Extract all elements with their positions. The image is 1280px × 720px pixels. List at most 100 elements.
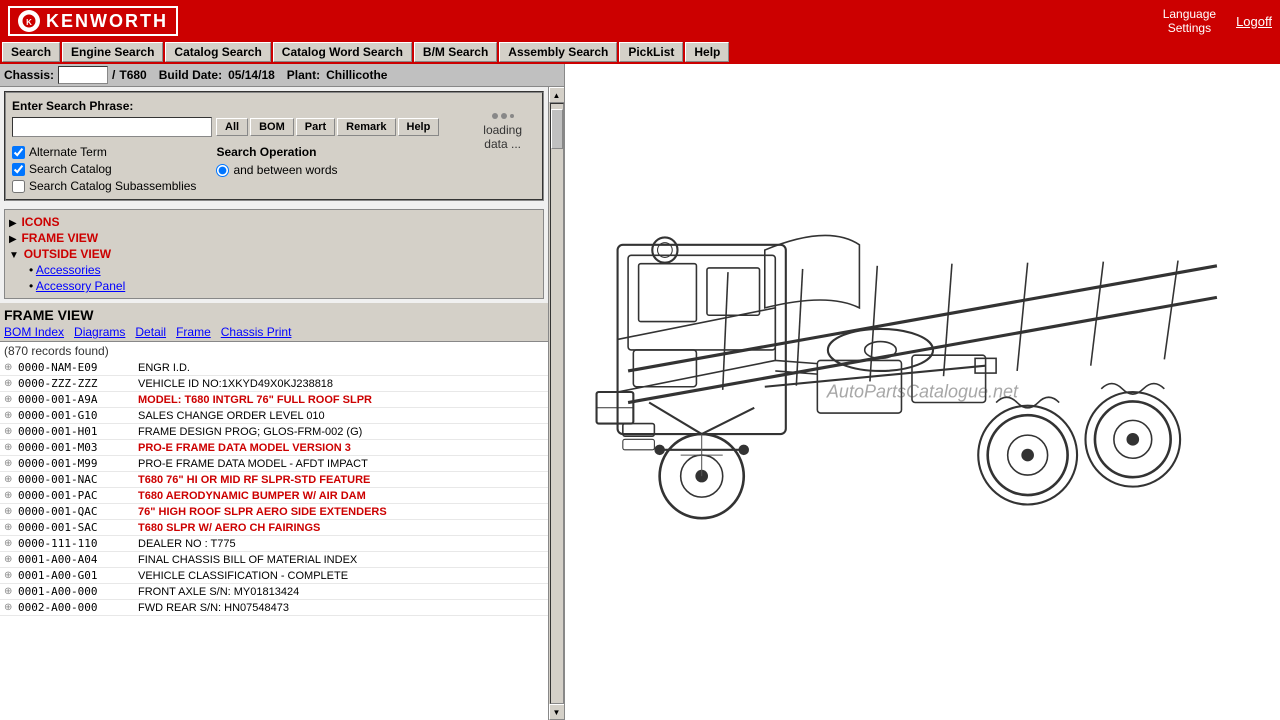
part-description: VEHICLE ID NO:1XKYD49X0KJ238818	[138, 378, 544, 390]
expand-icon[interactable]: ⊕	[4, 362, 18, 373]
truck-diagram-panel: AutoPartsCatalogue.net	[565, 64, 1280, 720]
part-number: 0001-A00-A04	[18, 553, 138, 566]
remark-btn[interactable]: Remark	[337, 118, 395, 136]
expand-icon[interactable]: ⊕	[4, 458, 18, 469]
and-between-radio[interactable]	[216, 164, 229, 177]
checkbox-row-search-subassemblies: Search Catalog Subassemblies	[12, 179, 196, 193]
tree-item-frame-view[interactable]: ▶ FRAME VIEW	[9, 230, 539, 246]
expand-icon[interactable]: ⊕	[4, 538, 18, 549]
plant-label: Plant:	[287, 68, 320, 82]
nav-btn-help[interactable]: Help	[685, 42, 729, 62]
watermark: AutoPartsCatalogue.net	[827, 382, 1018, 403]
svg-text:K: K	[26, 18, 32, 27]
expand-icon[interactable]: ⊕	[4, 586, 18, 597]
tree-item-outside-view[interactable]: ▼ OUTSIDE VIEW	[9, 246, 539, 262]
table-row[interactable]: ⊕0000-001-G10SALES CHANGE ORDER LEVEL 01…	[0, 408, 548, 424]
nav-btn-picklist[interactable]: PickList	[619, 42, 683, 62]
search-input[interactable]	[12, 117, 212, 137]
tree-arrow-icons: ▶	[9, 218, 19, 229]
frame-link-chassis-print[interactable]: Chassis Print	[221, 325, 292, 339]
expand-icon[interactable]: ⊕	[4, 378, 18, 389]
all-btn[interactable]: All	[216, 118, 248, 136]
bom-btn[interactable]: BOM	[250, 118, 294, 136]
expand-icon[interactable]: ⊕	[4, 394, 18, 405]
alternate-term-checkbox[interactable]	[12, 146, 25, 159]
search-subassemblies-label: Search Catalog Subassemblies	[29, 179, 196, 193]
frame-link-bom-index[interactable]: BOM Index	[4, 325, 64, 339]
tree-label-outside-view: OUTSIDE VIEW	[24, 247, 111, 261]
part-number: 0000-001-SAC	[18, 521, 138, 534]
tree-arrow-frame-view: ▶	[9, 234, 19, 245]
table-row[interactable]: ⊕0000-001-PACT680 AERODYNAMIC BUMPER W/ …	[0, 488, 548, 504]
logo-box: K KENWORTH	[8, 6, 178, 36]
tree-item-accessories[interactable]: • Accessories	[29, 262, 539, 278]
frame-link-frame[interactable]: Frame	[176, 325, 211, 339]
help-btn[interactable]: Help	[398, 118, 440, 136]
expand-icon[interactable]: ⊕	[4, 474, 18, 485]
language-settings-link[interactable]: Language Settings	[1163, 7, 1216, 35]
checkbox-row-search-catalog: Search Catalog	[12, 162, 196, 176]
table-row[interactable]: ⊕0001-A00-A04FINAL CHASSIS BILL OF MATER…	[0, 552, 548, 568]
search-subassemblies-checkbox[interactable]	[12, 180, 25, 193]
search-phrase-label: Enter Search Phrase:	[12, 99, 536, 113]
part-btn[interactable]: Part	[296, 118, 335, 136]
tree-item-accessory-panel[interactable]: • Accessory Panel	[29, 278, 539, 294]
scroll-up-button[interactable]: ▲	[549, 87, 565, 103]
expand-icon[interactable]: ⊕	[4, 522, 18, 533]
logo-text: KENWORTH	[46, 11, 168, 32]
expand-icon[interactable]: ⊕	[4, 506, 18, 517]
and-between-label: and between words	[233, 163, 337, 177]
part-number: 0000-001-G10	[18, 409, 138, 422]
expand-icon[interactable]: ⊕	[4, 490, 18, 501]
tree-link-accessories[interactable]: Accessories	[36, 263, 101, 277]
tree-item-icons[interactable]: ▶ ICONS	[9, 214, 539, 230]
table-row[interactable]: ⊕0000-001-SACT680 SLPR W/ AERO CH FAIRIN…	[0, 520, 548, 536]
frame-link-diagrams[interactable]: Diagrams	[74, 325, 125, 339]
expand-icon[interactable]: ⊕	[4, 570, 18, 581]
nav-btn-catalog-word-search[interactable]: Catalog Word Search	[273, 42, 412, 62]
table-row[interactable]: ⊕0000-ZZZ-ZZZVEHICLE ID NO:1XKYD49X0KJ23…	[0, 376, 548, 392]
table-row[interactable]: ⊕0000-001-NACT680 76" HI OR MID RF SLPR-…	[0, 472, 548, 488]
table-row[interactable]: ⊕0000-001-H01FRAME DESIGN PROG; GLOS-FRM…	[0, 424, 548, 440]
tree-arrow-outside-view: ▼	[9, 250, 22, 261]
nav-btn-assembly-search[interactable]: Assembly Search	[499, 42, 617, 62]
logoff-button[interactable]: Logoff	[1236, 14, 1272, 29]
scroll-down-button[interactable]: ▼	[549, 704, 565, 720]
nav-btn-catalog-search[interactable]: Catalog Search	[165, 42, 270, 62]
chassis-input[interactable]	[58, 66, 108, 84]
search-catalog-checkbox[interactable]	[12, 163, 25, 176]
table-row[interactable]: ⊕0001-A00-G01VEHICLE CLASSIFICATION - CO…	[0, 568, 548, 584]
expand-icon[interactable]: ⊕	[4, 426, 18, 437]
table-row[interactable]: ⊕0001-A00-000FRONT AXLE S/N: MY01813424	[0, 584, 548, 600]
tree-link-accessory-panel[interactable]: Accessory Panel	[36, 279, 125, 293]
part-number: 0000-111-110	[18, 537, 138, 550]
table-row[interactable]: ⊕0000-001-M99PRO-E FRAME DATA MODEL - AF…	[0, 456, 548, 472]
build-date-label: Build Date:	[159, 68, 222, 82]
tree-label-frame-view: FRAME VIEW	[21, 231, 98, 245]
tree-label-icons: ICONS	[21, 215, 59, 229]
table-row[interactable]: ⊕0000-111-110DEALER NO : T775	[0, 536, 548, 552]
frame-links: BOM Index Diagrams Detail Frame Chassis Prin…	[4, 325, 544, 339]
table-row[interactable]: ⊕0000-001-A9AMODEL: T680 INTGRL 76" FULL…	[0, 392, 548, 408]
part-number: 0001-A00-G01	[18, 569, 138, 582]
chassis-label: Chassis:	[4, 68, 54, 82]
nav-btn-bm-search[interactable]: B/M Search	[414, 42, 497, 62]
expand-icon[interactable]: ⊕	[4, 442, 18, 453]
part-description: 76" HIGH ROOF SLPR AERO SIDE EXTENDERS	[138, 506, 544, 518]
table-row[interactable]: ⊕0000-001-M03PRO-E FRAME DATA MODEL VERS…	[0, 440, 548, 456]
part-description: DEALER NO : T775	[138, 538, 544, 550]
chassis-model: T680	[119, 68, 146, 82]
expand-icon[interactable]: ⊕	[4, 554, 18, 565]
nav-btn-search[interactable]: Search	[2, 42, 60, 62]
part-description: T680 AERODYNAMIC BUMPER W/ AIR DAM	[138, 490, 544, 502]
table-row[interactable]: ⊕0000-001-QAC76" HIGH ROOF SLPR AERO SID…	[0, 504, 548, 520]
frame-link-detail[interactable]: Detail	[135, 325, 166, 339]
part-number: 0000-001-M03	[18, 441, 138, 454]
nav-btn-engine-search[interactable]: Engine Search	[62, 42, 163, 62]
build-date: 05/14/18	[228, 68, 275, 82]
table-row[interactable]: ⊕0000-NAM-E09ENGR I.D.	[0, 360, 548, 376]
vertical-scrollbar[interactable]: ▲ ▼	[548, 87, 564, 720]
expand-icon[interactable]: ⊕	[4, 602, 18, 613]
table-row[interactable]: ⊕0002-A00-000FWD REAR S/N: HN07548473	[0, 600, 548, 616]
expand-icon[interactable]: ⊕	[4, 410, 18, 421]
